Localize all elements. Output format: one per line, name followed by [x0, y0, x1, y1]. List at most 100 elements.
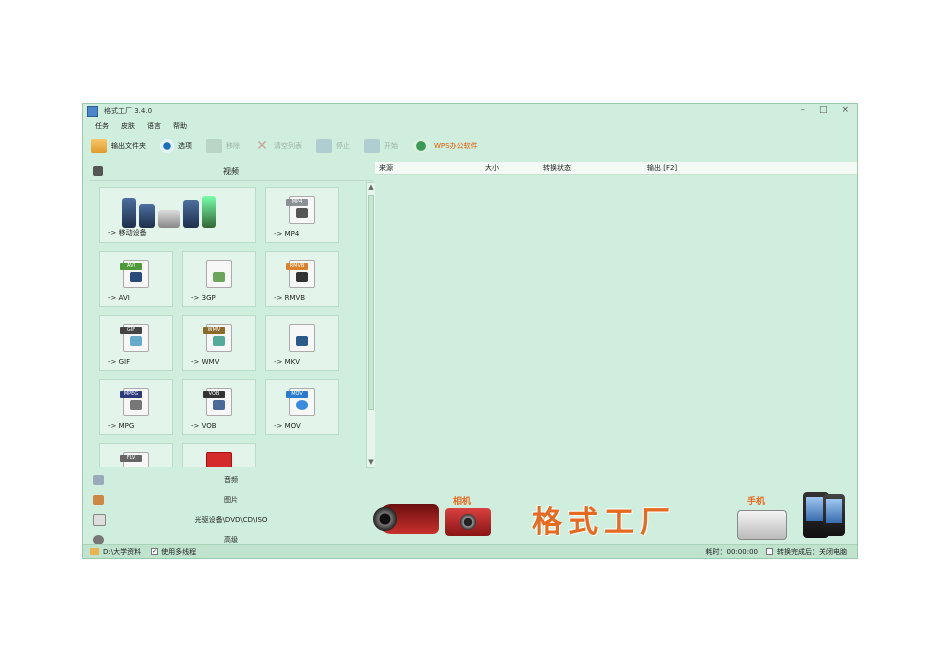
gif-file-icon: GIF: [120, 324, 149, 352]
category-picture[interactable]: 图片: [89, 490, 373, 510]
menu-bar: 任务 皮肤 语言 帮助: [95, 121, 187, 131]
task-list-header: 来源 大小 转换状态 输出 [F2]: [375, 162, 857, 175]
category-rom[interactable]: 光驱设备\DVD\CD\ISO: [89, 510, 373, 530]
phone-label: 手机: [747, 497, 766, 507]
category-rom-label: 光驱设备\DVD\CD\ISO: [194, 516, 268, 524]
tile-label: -> MOV: [274, 422, 301, 430]
close-icon[interactable]: ×: [841, 105, 849, 115]
start-button[interactable]: 开始: [364, 139, 398, 153]
task-list[interactable]: 来源 大小 转换状态 输出 [F2]: [375, 162, 857, 482]
output-path[interactable]: D:\大学资料: [103, 547, 141, 557]
phone-icon: [737, 510, 787, 540]
wmv-file-icon: WMV: [203, 324, 232, 352]
menu-language[interactable]: 语言: [147, 121, 161, 131]
wps-label: WPS办公软件: [434, 142, 478, 150]
tile-avi[interactable]: AVI -> AVI: [99, 251, 173, 307]
output-folder-button[interactable]: 输出文件夹: [91, 139, 146, 153]
tile-label: -> RMVB: [274, 294, 306, 302]
avi-file-icon: AVI: [120, 260, 149, 288]
col-size[interactable]: 大小: [485, 163, 499, 173]
banner-title: 格式工厂: [532, 505, 676, 540]
app-icon: [87, 105, 98, 117]
tile-rmvb[interactable]: RMVB -> RMVB: [265, 251, 339, 307]
tile-swf[interactable]: [182, 443, 256, 467]
tile-label: -> 移动设备: [108, 229, 147, 237]
stop-button[interactable]: 停止: [316, 139, 350, 153]
tile-label: -> MP4: [274, 230, 300, 238]
audio-icon: [93, 475, 104, 485]
col-output[interactable]: 输出 [F2]: [647, 163, 677, 173]
scroll-up-icon[interactable]: ▲: [367, 183, 375, 192]
tile-mp4[interactable]: MP4 -> MP4: [265, 187, 339, 243]
folder-icon: [91, 139, 107, 153]
tile-wmv[interactable]: WMV -> WMV: [182, 315, 256, 371]
tile-3gp[interactable]: -> 3GP: [182, 251, 256, 307]
camcorder-icon: [373, 504, 439, 534]
tile-mpg[interactable]: MPEG -> MPG: [99, 379, 173, 435]
remove-icon: [206, 139, 222, 153]
start-label: 开始: [384, 142, 398, 150]
maximize-icon[interactable]: □: [819, 105, 828, 115]
picture-icon: [93, 495, 104, 505]
remove-label: 移除: [226, 142, 240, 150]
tile-gif[interactable]: GIF -> GIF: [99, 315, 173, 371]
menu-skin[interactable]: 皮肤: [121, 121, 135, 131]
remove-button[interactable]: 移除: [206, 139, 240, 153]
tile-vob[interactable]: VOB -> VOB: [182, 379, 256, 435]
status-bar: D:\大学资料 ✓ 使用多线程 耗时：00:00:00 转换完成后：关闭电脑: [83, 544, 857, 558]
window-title: 格式工厂 3.4.0: [104, 107, 153, 115]
col-source[interactable]: 来源: [379, 163, 393, 173]
menu-task[interactable]: 任务: [95, 121, 109, 131]
folder-icon: [90, 548, 99, 555]
stop-icon: [316, 139, 332, 153]
minimize-icon[interactable]: –: [800, 105, 805, 115]
mkv-file-icon: [289, 324, 315, 352]
category-audio-label: 音频: [224, 476, 238, 484]
clear-icon: ✕: [256, 138, 268, 154]
category-audio[interactable]: 音频: [89, 470, 373, 490]
category-video-label: 视频: [223, 166, 239, 176]
col-status[interactable]: 转换状态: [543, 163, 571, 173]
flv-file-icon: FLV: [120, 452, 149, 467]
after-convert-checkbox[interactable]: [766, 548, 773, 555]
category-picture-label: 图片: [224, 496, 238, 504]
clear-list-button[interactable]: ✕ 清空列表: [254, 139, 302, 153]
flash-file-icon: [206, 452, 232, 467]
elapsed-time: 耗时：00:00:00: [705, 547, 758, 556]
tile-label: -> VOB: [191, 422, 217, 430]
rmvb-file-icon: RMVB: [286, 260, 315, 288]
category-video[interactable]: 视频: [89, 162, 373, 181]
tile-label: -> AVI: [108, 294, 130, 302]
after-convert-label: 转换完成后：关闭电脑: [777, 547, 847, 556]
options-icon: [160, 139, 174, 153]
mobile-devices-icon: [122, 194, 232, 228]
start-icon: [364, 139, 380, 153]
wps-button[interactable]: WPS办公软件: [412, 139, 478, 153]
menu-help[interactable]: 帮助: [173, 121, 187, 131]
stop-label: 停止: [336, 142, 350, 150]
tile-mkv[interactable]: -> MKV: [265, 315, 339, 371]
pda-icon: [823, 494, 845, 536]
options-label: 选项: [178, 142, 192, 150]
camera-label: 相机: [453, 497, 472, 507]
promo-banner: 相机 格式工厂 手机: [373, 486, 857, 546]
options-button[interactable]: 选项: [160, 139, 192, 153]
multithread-checkbox[interactable]: ✓: [151, 548, 159, 555]
tile-mov[interactable]: MOV -> MOV: [265, 379, 339, 435]
3gp-file-icon: [206, 260, 232, 288]
scroll-thumb[interactable]: [368, 195, 374, 410]
video-icon: [93, 166, 103, 176]
scroll-down-icon[interactable]: ▼: [367, 458, 375, 467]
toolbar: 输出文件夹 选项 移除 ✕ 清空列表 停止 开始 WPS办公软件: [91, 136, 478, 156]
tile-label: -> 3GP: [191, 294, 216, 302]
vob-file-icon: VOB: [203, 388, 232, 416]
tile-flv[interactable]: FLV: [99, 443, 173, 467]
wps-icon: [412, 139, 430, 153]
format-grid: -> 移动设备 MP4 -> MP4 AVI -> AVI -> 3GP RMV…: [99, 187, 361, 467]
multithread-label: 使用多线程: [161, 547, 197, 556]
mov-file-icon: MOV: [286, 388, 315, 416]
mpg-file-icon: MPEG: [120, 388, 149, 416]
tile-mobile-device[interactable]: -> 移动设备: [99, 187, 256, 243]
tile-label: -> MKV: [274, 358, 301, 366]
tile-label: -> MPG: [108, 422, 135, 430]
